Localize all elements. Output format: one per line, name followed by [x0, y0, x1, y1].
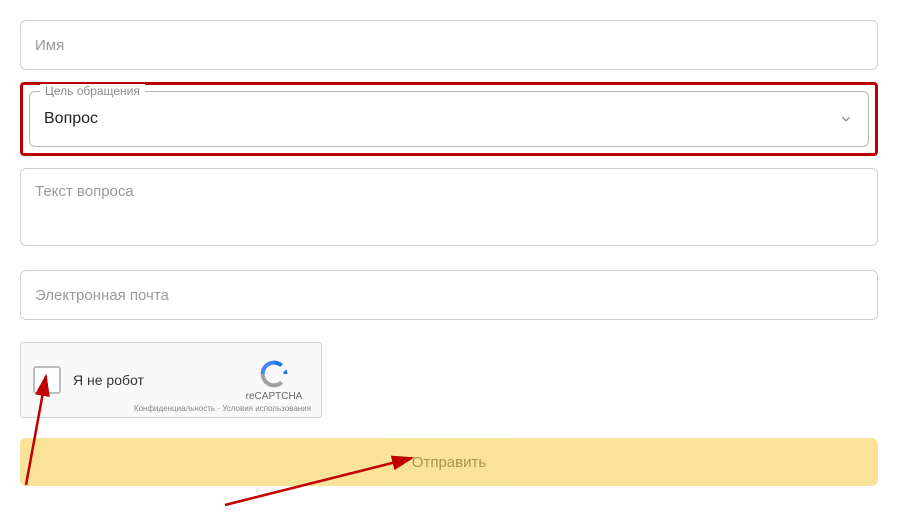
chevron-down-icon [838, 111, 854, 127]
purpose-select[interactable]: Цель обращения Вопрос [29, 91, 869, 147]
recaptcha-widget: Я не робот reCAPTCHA Конфиденциальность … [20, 342, 322, 418]
email-field[interactable]: Электронная почта [20, 270, 878, 320]
name-input-placeholder: Имя [21, 21, 877, 69]
purpose-selected-value: Вопрос [44, 110, 98, 128]
name-field[interactable]: Имя [20, 20, 878, 70]
email-placeholder: Электронная почта [21, 271, 877, 319]
submit-button[interactable]: Отправить [20, 438, 878, 486]
recaptcha-label: Я не робот [73, 372, 237, 388]
purpose-float-label: Цель обращения [40, 84, 145, 98]
purpose-highlight: Цель обращения Вопрос [20, 82, 878, 156]
recaptcha-branding: reCAPTCHA [237, 358, 311, 402]
question-textarea[interactable]: Текст вопроса [20, 168, 878, 246]
recaptcha-terms[interactable]: Конфиденциальность - Условия использован… [134, 404, 311, 413]
recaptcha-icon [258, 358, 290, 390]
recaptcha-brand-text: reCAPTCHA [246, 391, 303, 402]
question-placeholder: Текст вопроса [35, 183, 134, 200]
recaptcha-checkbox[interactable] [33, 366, 61, 394]
